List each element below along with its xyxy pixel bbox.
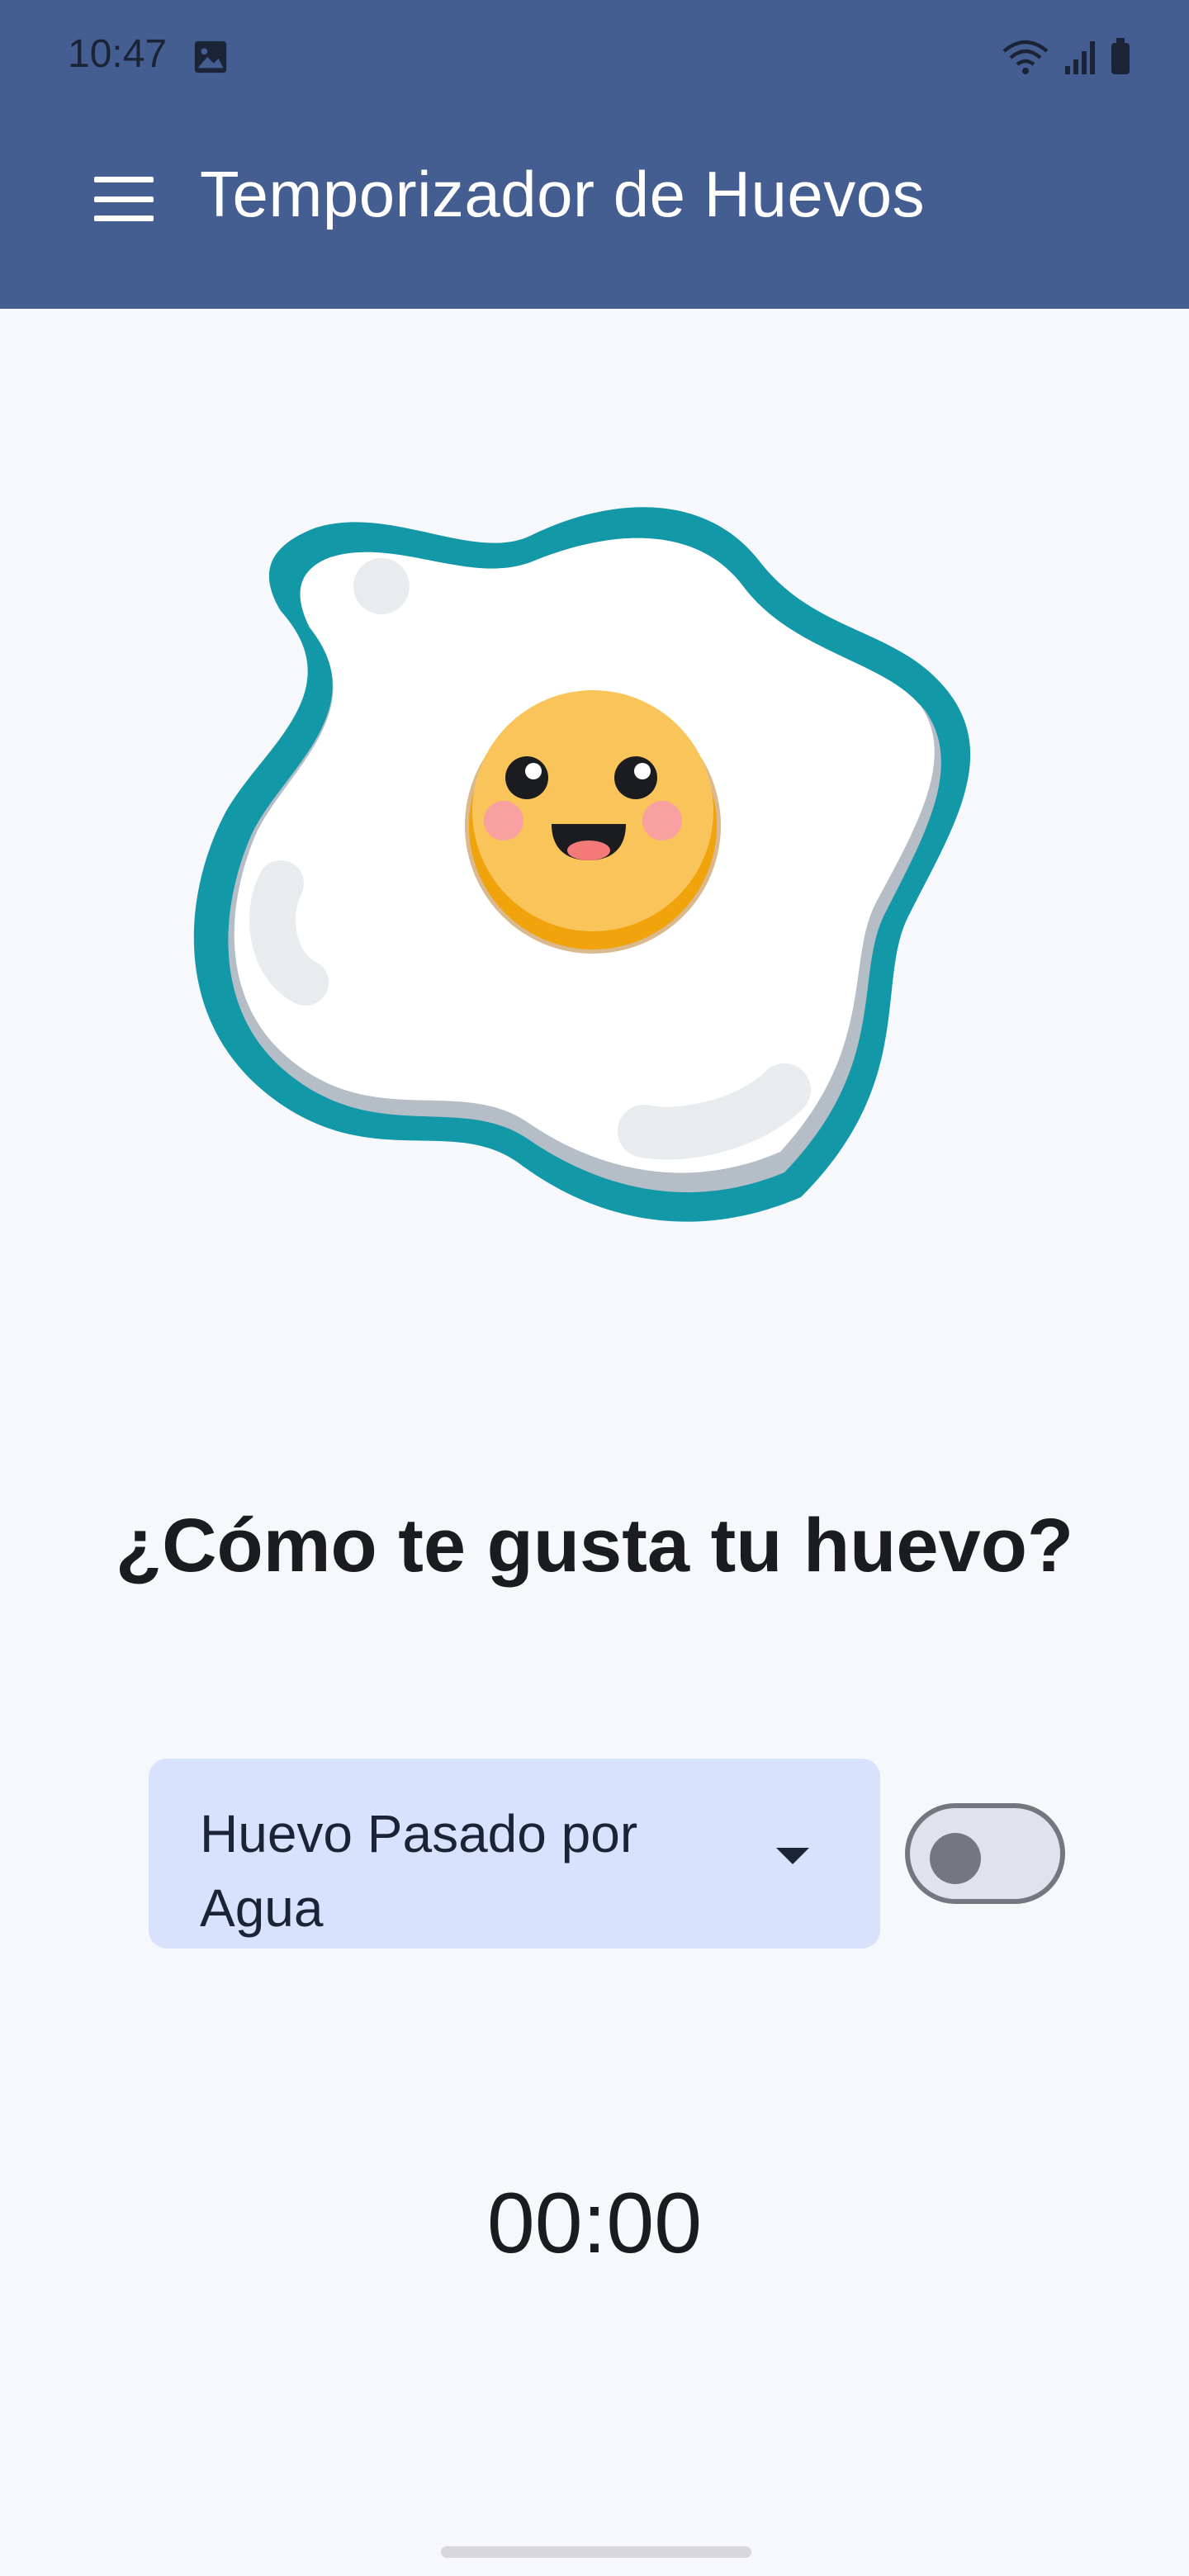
status-icons: [1001, 36, 1131, 78]
menu-icon[interactable]: [89, 170, 159, 228]
switch-thumb: [930, 1833, 981, 1884]
egg-preference-question: ¿Cómo te gusta tu huevo?: [115, 1503, 1074, 1588]
top-app-bar: 10:47 Temporizador de Huevos: [0, 0, 1189, 309]
status-time: 10:47: [68, 32, 168, 76]
dropdown-arrow-icon[interactable]: [776, 1848, 809, 1864]
egg-type-dropdown[interactable]: Huevo Pasado por Agua: [149, 1759, 880, 1949]
app-title: Temporizador de Huevos: [200, 158, 926, 230]
fried-egg-illustration: [193, 507, 971, 1222]
signal-icon: [1065, 41, 1095, 74]
gesture-nav-handle[interactable]: [441, 2546, 751, 2558]
egg-type-selected: Huevo Pasado por Agua: [200, 1804, 638, 1938]
image-notification-icon: [194, 40, 227, 73]
timer-toggle-switch[interactable]: [905, 1803, 1065, 1904]
battery-icon: [1111, 38, 1130, 74]
timer-display: 00:00: [486, 2176, 703, 2271]
wifi-icon: [1002, 40, 1049, 74]
